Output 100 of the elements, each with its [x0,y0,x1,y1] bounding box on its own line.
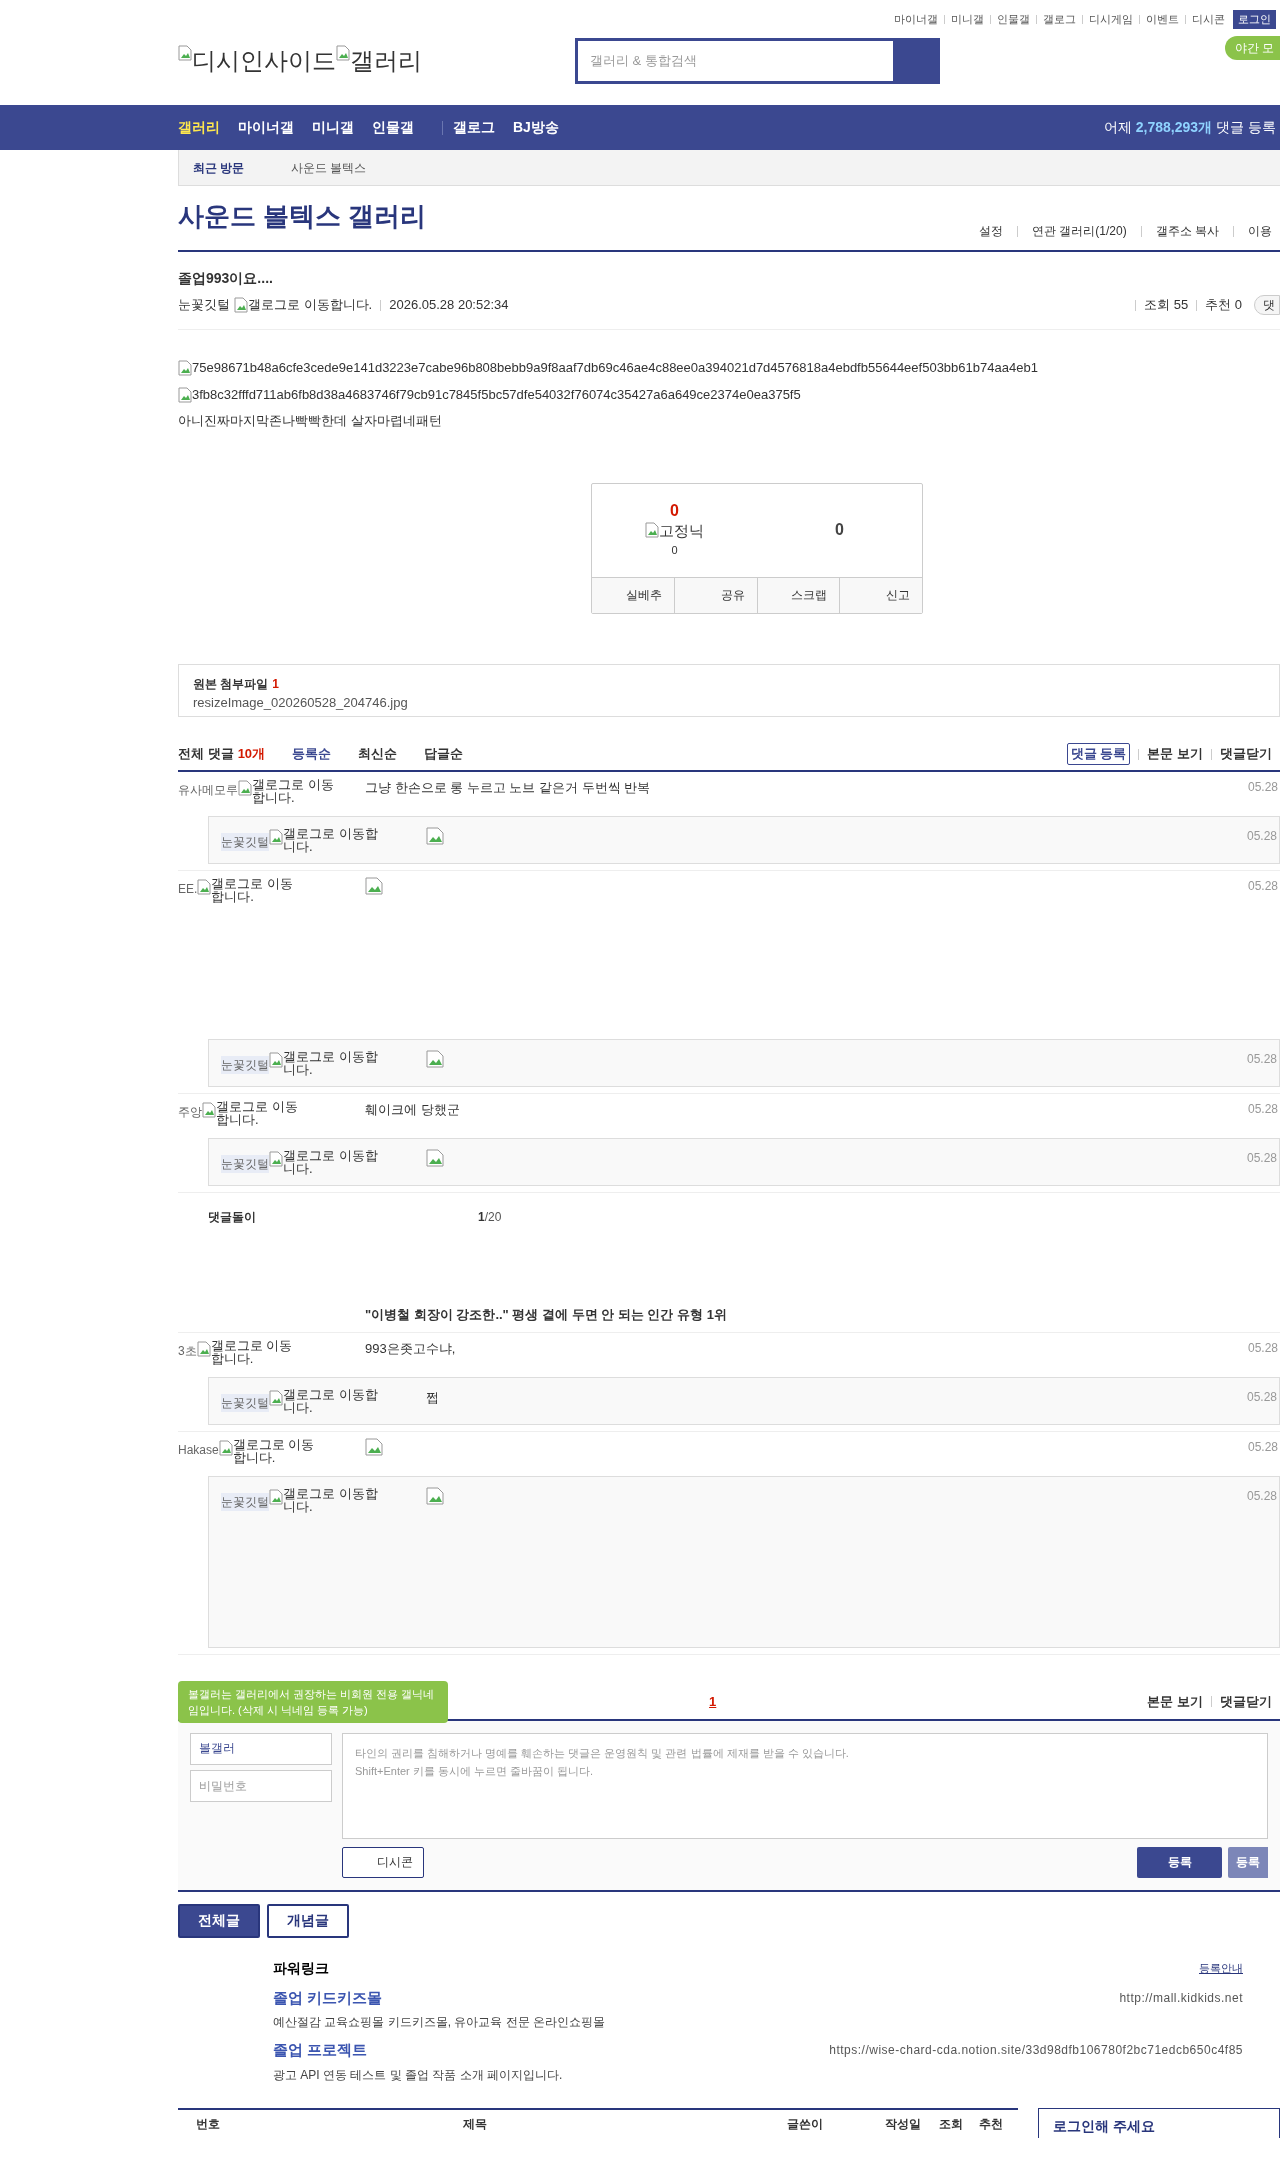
vote-action-button[interactable]: 스크랩 [756,577,840,613]
page-current: 1 [478,1208,485,1226]
fixed-nick-text: 고정닉 [659,520,704,541]
dccon-image-icon [365,1437,383,1456]
comment-date: 05.28 [1247,1438,1279,1456]
vote-action-button[interactable]: 공유 [673,577,757,613]
comment-action-button[interactable]: 댓글 등록 [1066,743,1131,765]
comment-nick[interactable]: 주앙 [178,1102,202,1121]
gallog-link-text: 갤로그로 이동합니다. [248,296,373,315]
comment-sort-tab[interactable]: 답글순 [424,744,464,764]
news-headline-link[interactable]: "이병철 회장이 강조한.." 평생 곁에 두면 안 되는 인간 유형 1위 [365,1304,727,1324]
column-header: 제목 [463,2115,489,2133]
comment-sort-tab[interactable]: 등록순 [292,744,332,764]
comment-sort-tab[interactable]: 최신순 [358,744,398,764]
dccon-image-icon [426,826,444,845]
gallery-menu-link[interactable]: 연관 갤러리(1/20) [1031,222,1127,240]
comment-action-button[interactable]: 본문 보기 [1147,1691,1203,1712]
gallery-menu-link[interactable]: 갤주소 복사 [1155,222,1219,240]
gallog-link-text: 갤로그로 이동합니다. [283,1148,379,1175]
reply-nick[interactable]: 눈꽃깃털 [221,1154,269,1173]
top-link[interactable]: 미니갤 [951,11,984,28]
broken-image-icon [234,297,248,314]
recent-gallery-link[interactable]: 사운드 볼텍스 [291,158,367,177]
dccon-image-icon [365,876,383,895]
top-link[interactable]: 디시게임 [1089,11,1133,28]
comment-action-button[interactable]: 본문 보기 [1147,744,1203,764]
nickname-field[interactable]: 볼갤러 [190,1732,332,1765]
reply-nick[interactable]: 눈꽃깃털 [221,832,269,851]
comment-nick[interactable]: EE. [178,879,198,898]
vote-action-button[interactable]: 실베추 [592,577,674,613]
powerlink-title: 파워링크 [273,1958,329,1978]
broken-image-icon [178,386,192,403]
login-button[interactable]: 로그인 [1233,10,1276,29]
reply-date: 05.28 [1246,1050,1278,1068]
reply-date: 05.28 [1246,1487,1278,1505]
broken-image-icon [269,828,283,845]
comment-action-button[interactable]: 댓글닫기 [1220,1691,1272,1712]
nav-tab[interactable]: BJ방송 [513,117,559,138]
broken-image-icon [178,360,192,376]
comment-text: 993은좃고수냐, [365,1340,456,1356]
gallog-link-text: 갤로그로 이동합니다. [252,777,335,804]
top-link[interactable]: 이벤트 [1146,11,1179,28]
top-link[interactable]: 갤로그 [1043,11,1076,28]
list-tab[interactable]: 개념글 [267,1903,349,1938]
nav-tab[interactable]: 갤러리 [178,117,220,138]
post-body-text: 아니진짜마지막존나빡빡한데 살자마렵네패턴 [178,412,443,430]
submit-button[interactable]: 등록 [1137,1846,1222,1878]
ad-url: http://mall.kidkids.net [1119,1989,1243,2007]
ad-description: 예산절감 교육쇼핑몰 키드키즈몰, 유아교육 전문 온라인쇼핑몰 [273,2014,606,2031]
image-alt-text: 3fb8c32fffd711ab6fb8d38a4683746f79cb91c7845f5bc57dfe54032f76074c35427a6a649ce2374e0ea375f5 [192,385,801,404]
vote-action-button[interactable]: 신고 [839,577,922,613]
comment-input[interactable]: 타인의 권리를 침해하거나 명예를 훼손하는 댓글은 운영원칙 및 관련 법률에 제재를 받을 수 있습니다. Shift+Enter 키를 동시에 누르면 줄바꿈이 됩니다. [342,1732,1268,1839]
broken-image-icon [218,1439,233,1456]
column-header: 번호 [195,2115,221,2133]
reply-date: 05.28 [1246,1388,1278,1406]
nav-tab[interactable]: 마이너갤 [238,117,294,138]
list-tab[interactable]: 전체글 [178,1903,260,1938]
gallog-link-text: 갤로그로 이동합니다. [211,876,294,903]
broken-image-icon [269,1051,283,1068]
password-field[interactable]: 비밀번호 [190,1769,332,1802]
post-author[interactable]: 눈꽃깃털 [178,295,230,315]
comment-nick[interactable]: 유사메모루 [178,780,238,799]
broken-image-icon [178,45,192,61]
comment-action-button[interactable]: 댓글닫기 [1220,744,1272,764]
nav-tab[interactable]: 인물갤 [372,117,414,138]
view-count: 조회 55 [1144,296,1189,315]
comment-jump-button[interactable]: 댓 [1254,295,1280,315]
nav-tab[interactable]: 미니갤 [312,117,354,138]
gallery-menu-link[interactable]: 이용 [1248,222,1272,240]
broken-image-icon [238,779,252,796]
page-link[interactable]: 1 [709,1691,717,1712]
comment-date: 05.28 [1247,877,1279,895]
reply-nick[interactable]: 눈꽃깃털 [221,1055,269,1074]
dccon-button[interactable]: 디시콘 [342,1846,424,1878]
comment-text: 쩝 [426,1389,439,1405]
ad-guide-link[interactable]: 등록안내 [1199,1959,1243,1977]
search-field[interactable]: 갤러리 & 통합검색 [575,38,940,84]
ad-title-link[interactable]: 졸업 키드키즈몰 [273,1986,383,2009]
top-link[interactable]: 마이너갤 [894,11,938,28]
comment-total-label: 전체 댓글 [178,745,234,764]
comment-nick[interactable]: 3초 [178,1341,197,1360]
broken-image-icon [269,1389,283,1406]
top-link[interactable]: 디시콘 [1192,11,1225,28]
attachment-file-link[interactable]: resizeImage_020260528_204746.jpg [193,694,408,710]
gallery-title[interactable]: 사운드 볼텍스 갤러리 [178,197,427,240]
reply-nick[interactable]: 눈꽃깃털 [221,1492,269,1511]
stat-count: 2,788,293개 [1135,118,1213,137]
top-link[interactable]: 인물갤 [997,11,1030,28]
downvote-count: 0 [835,520,844,540]
gallery-menu-link[interactable]: 설정 [978,222,1003,240]
attachment-label: 원본 첨부파일 [193,675,269,693]
reply-nick[interactable]: 눈꽃깃털 [221,1393,269,1412]
stat-label: 댓글 등록 [1216,118,1276,137]
comment-nick[interactable]: Hakase [178,1440,219,1459]
ad-title-link[interactable]: 졸업 프로젝트 [273,2039,368,2062]
ad-url: https://wise-chard-cda.notion.site/33d98dfb106780f2bc71edcb650c4f85 [829,2042,1243,2060]
submit-button[interactable]: 등록 [1228,1846,1268,1878]
gallog-link-text: 갤로그로 이동합니다. [283,1387,379,1414]
stat-label: 어제 [1103,118,1132,137]
nav-tab[interactable]: 갤로그 [453,117,495,138]
